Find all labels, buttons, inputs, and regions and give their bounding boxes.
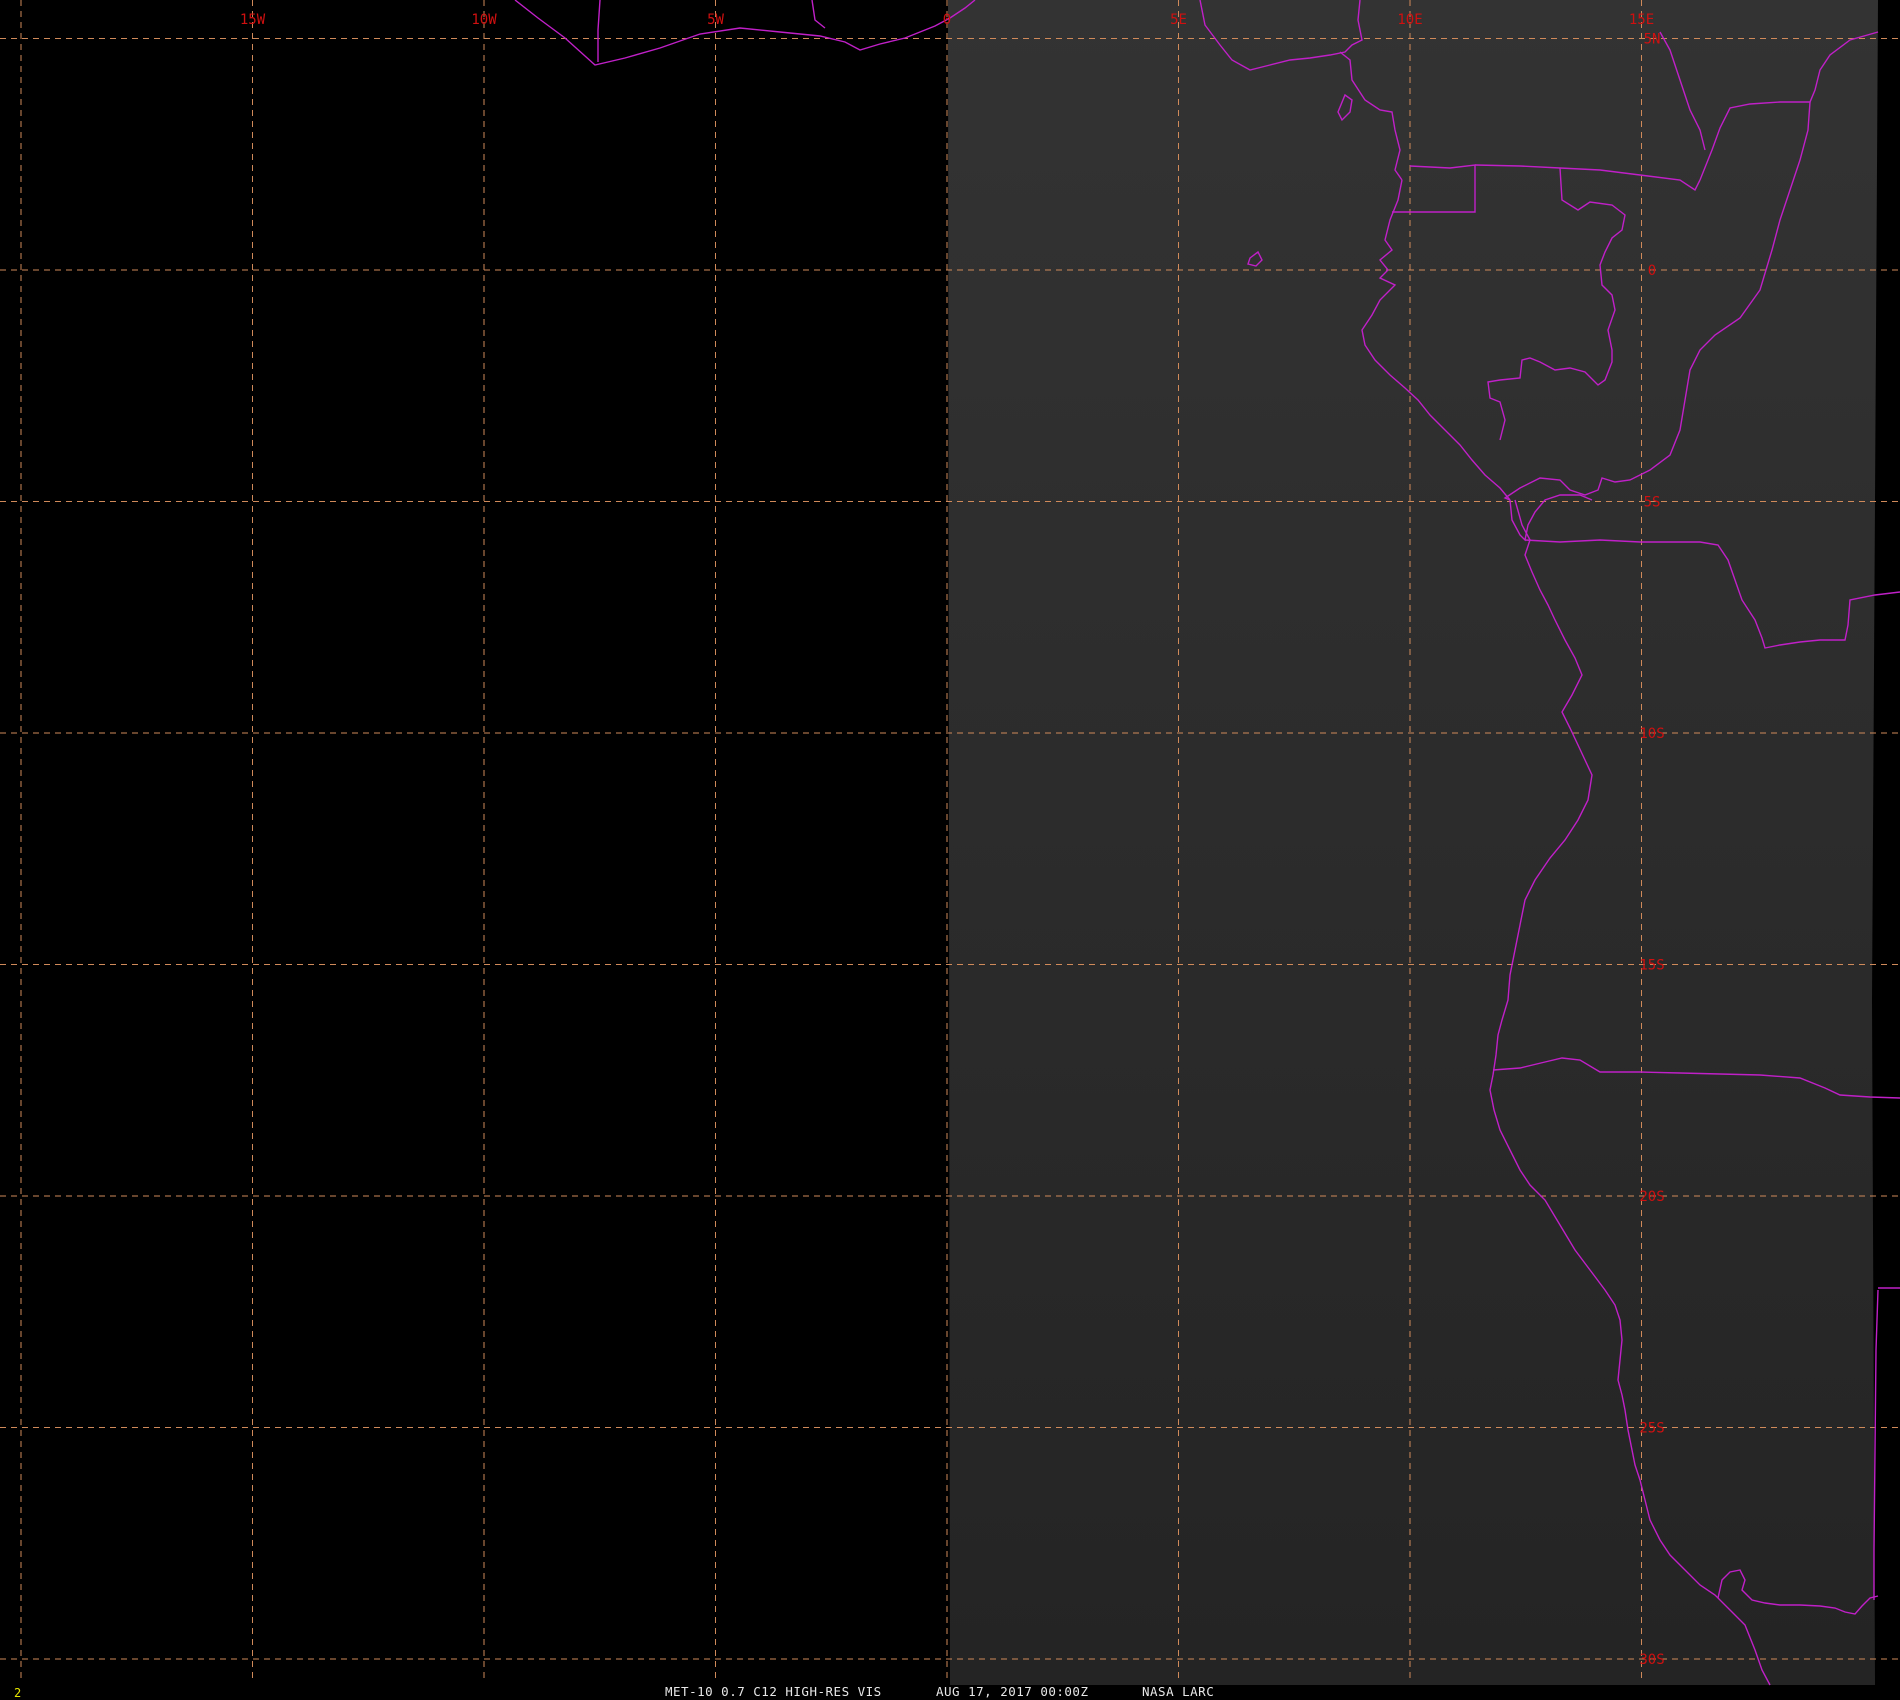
imagery-region	[948, 0, 1878, 1685]
latitude-label: 30S	[1639, 1652, 1664, 1668]
longitude-label: 5W	[707, 12, 724, 28]
longitude-label: 5E	[1170, 12, 1187, 28]
latitude-label: 0	[1648, 263, 1656, 279]
frame-number: 2	[14, 1686, 21, 1700]
longitude-label: 0	[943, 12, 951, 28]
satellite-caption: MET-10 0.7 C12 HIGH-RES VIS	[665, 1684, 882, 1699]
longitude-label: 10W	[471, 12, 497, 28]
longitude-label: 10E	[1397, 12, 1422, 28]
latitude-label: 20S	[1639, 1189, 1664, 1205]
satellite-map: 15W 10W 5W 0 5E 10E 15E5N05S10S15S20S25S30S 2 …	[0, 0, 1900, 1700]
timestamp: AUG 17, 2017 00:00Z	[936, 1684, 1089, 1699]
latitude-label: 25S	[1639, 1421, 1664, 1437]
longitude-label: 15E	[1629, 12, 1654, 28]
latitude-label: 15S	[1639, 958, 1664, 974]
latitude-label: 10S	[1639, 726, 1664, 742]
latitude-label: 5N	[1644, 32, 1661, 48]
longitude-label: 15W	[240, 12, 266, 28]
data-source: NASA LARC	[1142, 1684, 1214, 1699]
latitude-label: 5S	[1644, 495, 1661, 511]
